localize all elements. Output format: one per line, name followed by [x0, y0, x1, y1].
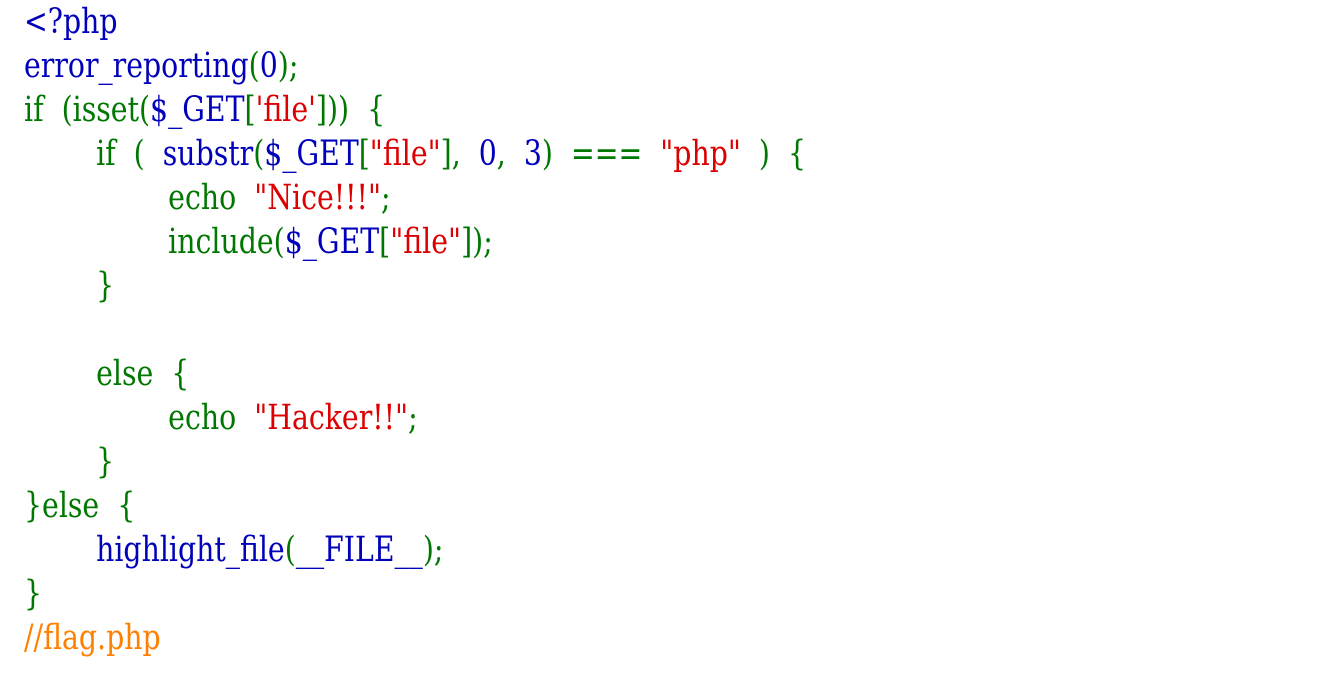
code-line: //flag.php: [24, 616, 806, 660]
code-token-default: <?php: [24, 2, 118, 42]
code-token-keyword: ]);: [461, 222, 493, 262]
code-line: }else {: [24, 484, 806, 528]
code-token-string: "php": [660, 134, 741, 174]
code-token-string: "file": [390, 222, 462, 262]
code-line: if (isset($_GET['file'])) {: [24, 88, 806, 132]
code-line: highlight_file(__FILE__);: [24, 528, 806, 572]
code-token-keyword: );: [277, 46, 299, 86]
code-line: echo "Nice!!!";: [24, 176, 806, 220]
code-token-keyword: ,: [496, 134, 524, 174]
code-token-keyword: ],: [440, 134, 479, 174]
code-token-keyword: include(: [24, 222, 285, 262]
code-token-keyword: ) ===: [541, 134, 661, 174]
code-token-default: __FILE__: [295, 530, 423, 570]
code-line: else {: [24, 352, 806, 396]
code-token-default: highlight_file: [96, 530, 285, 570]
code-line: include($_GET["file"]);: [24, 220, 806, 264]
code-token-keyword: [24, 530, 96, 570]
code-token-keyword: [: [358, 134, 370, 174]
code-token-keyword: }: [24, 442, 115, 482]
code-token-keyword: (: [284, 530, 296, 570]
code-token-string: 'file': [255, 90, 316, 130]
code-token-keyword: if (: [24, 134, 163, 174]
code-token-keyword: }: [24, 574, 43, 614]
code-token-keyword: (: [253, 134, 265, 174]
code-token-default: substr: [162, 134, 254, 174]
code-token-keyword: else {: [24, 354, 190, 394]
code-token-default: $_GET: [284, 222, 380, 262]
code-token-default: $_GET: [150, 90, 245, 130]
code-line: error_reporting(0);: [24, 44, 806, 88]
code-token-keyword: (: [248, 46, 260, 86]
code-token-default: 0: [259, 46, 278, 86]
code-token-keyword: ) {: [740, 134, 807, 174]
code-token-default: 0: [478, 134, 497, 174]
code-token-keyword: [: [244, 90, 256, 130]
code-token-keyword: );: [422, 530, 444, 570]
code-line: }: [24, 572, 806, 616]
code-token-string: "file": [369, 134, 441, 174]
code-token-keyword: echo: [24, 398, 255, 438]
code-token-keyword: if (isset(: [24, 90, 151, 130]
php-source-listing: <?php error_reporting(0); if (isset($_GET[…: [24, 0, 806, 660]
code-token-keyword: }: [24, 266, 115, 306]
code-token-default: $_GET: [264, 134, 359, 174]
code-line: }: [24, 264, 806, 308]
code-line: if ( substr($_GET["file"], 0, 3) === "ph…: [24, 132, 806, 176]
code-token-keyword: echo: [24, 178, 255, 218]
code-token-string: "Nice!!!": [254, 178, 381, 218]
code-token-comment: //flag.php: [24, 618, 161, 658]
code-token-keyword: }else {: [24, 486, 136, 526]
code-line: }: [24, 440, 806, 484]
code-line: echo "Hacker!!";: [24, 396, 806, 440]
code-token-keyword: ;: [380, 178, 391, 218]
code-line: <?php: [24, 0, 806, 44]
code-token-keyword: ;: [408, 398, 418, 438]
code-token-default: 3: [523, 134, 542, 174]
code-token-keyword: ])) {: [315, 90, 386, 130]
code-token-string: "Hacker!!": [254, 398, 409, 438]
code-token-default: error_reporting: [24, 46, 249, 86]
code-token-keyword: [: [379, 222, 391, 262]
